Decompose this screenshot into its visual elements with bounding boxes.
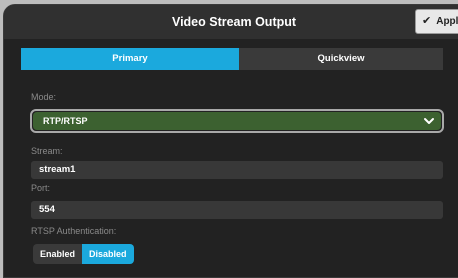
stream-field[interactable]: stream1: [31, 161, 443, 179]
apply-button[interactable]: ✔ Apply: [415, 9, 458, 34]
port-field[interactable]: 554: [31, 201, 443, 219]
port-label: Port:: [31, 183, 51, 193]
tab-primary[interactable]: Primary: [21, 48, 239, 70]
rtsp-auth-label: RTSP Authentication:: [31, 226, 117, 236]
rtsp-auth-enabled-option[interactable]: Enabled: [33, 244, 83, 264]
rtsp-auth-disabled-option[interactable]: Disabled: [82, 244, 134, 264]
tab-quickview[interactable]: Quickview: [239, 48, 443, 70]
mode-select-value: RTP/RTSP: [43, 116, 88, 126]
video-stream-output-dialog: Video Stream Output ✔ Apply Primary Quic…: [3, 4, 458, 278]
checkmark-icon: ✔: [422, 15, 432, 27]
rtsp-auth-toggle: Enabled Disabled: [33, 244, 134, 264]
dialog-title: Video Stream Output: [171, 15, 297, 29]
stream-label: Stream:: [31, 146, 63, 156]
mode-label: Mode:: [31, 92, 57, 102]
chevron-down-icon: [424, 118, 434, 124]
mode-select-box[interactable]: RTP/RTSP: [33, 112, 441, 130]
stream-tabs: Primary Quickview: [21, 48, 443, 70]
mode-select[interactable]: RTP/RTSP: [30, 109, 444, 133]
apply-button-label: Apply: [436, 16, 458, 27]
titlebar: Video Stream Output: [4, 5, 458, 39]
